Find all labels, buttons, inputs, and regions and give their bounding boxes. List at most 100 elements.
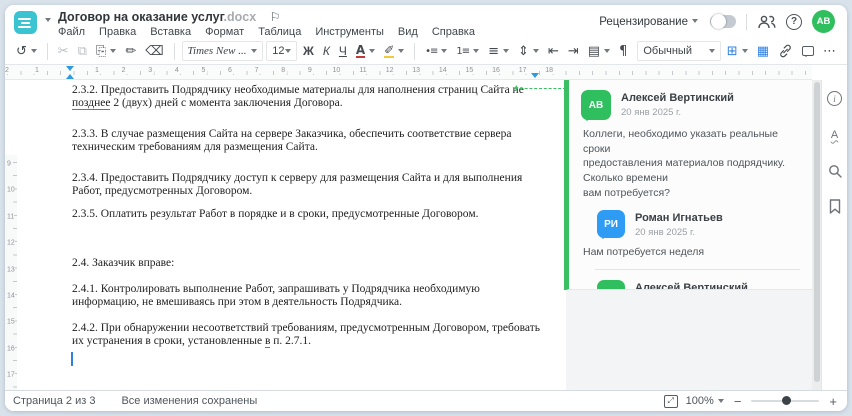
review-mode-selector[interactable]: Рецензирование xyxy=(599,16,698,28)
insert-image-button[interactable]: ▦ xyxy=(754,41,772,61)
ruler-number: 9 xyxy=(7,160,11,168)
comment-anchor-line xyxy=(515,88,566,89)
highlight-color-button[interactable]: ✐ xyxy=(381,41,407,61)
format-painter-button[interactable]: ✏ xyxy=(122,41,139,61)
document-extension: .docx xyxy=(223,10,257,24)
decrease-indent-button[interactable]: ⇤ xyxy=(545,41,562,61)
spellcheck-icon[interactable]: А xyxy=(826,126,843,143)
zoom-slider-handle[interactable] xyxy=(782,396,792,405)
insert-link-button[interactable] xyxy=(775,41,796,61)
font-size-select[interactable]: 12 xyxy=(266,41,297,61)
zoom-in-button[interactable]: + xyxy=(827,394,839,409)
tracked-change-underline: позднее xyxy=(72,97,111,110)
menu-edit[interactable]: Правка xyxy=(99,26,136,38)
ruler-number: 17 xyxy=(7,371,15,379)
ruler-number: 5 xyxy=(199,67,208,74)
info-icon[interactable]: i xyxy=(826,90,843,107)
underline-button[interactable]: Ч xyxy=(336,41,350,61)
commenter-avatar: АВ xyxy=(597,280,625,289)
ruler-horizontal[interactable]: 2 1 1 2 3 4 5 6 7 8 9 10 11 12 13 14 15 16 17 18 xyxy=(5,65,812,80)
ruler-number: 16 xyxy=(490,67,502,74)
ruler-vertical[interactable]: 91011121314151617181920 xyxy=(5,155,17,411)
comment-text: Нам потребуется неделя xyxy=(583,246,705,259)
status-bar: Страница 2 из 3 Все изменения сохранены … xyxy=(5,390,847,411)
favorite-flag-icon[interactable]: ⚐ xyxy=(270,10,281,24)
increase-indent-button[interactable]: ⇥ xyxy=(565,41,582,61)
paste-button[interactable]: ⎘ xyxy=(93,41,119,61)
ruler-number: 10 xyxy=(330,67,343,74)
ruler-number: 6 xyxy=(226,67,234,74)
fit-to-width-icon[interactable]: ⤢ xyxy=(663,394,678,408)
clear-formatting-button[interactable]: ⌫ xyxy=(142,41,166,61)
ruler-number: 8 xyxy=(279,67,288,74)
page-indicator[interactable]: Страница 2 из 3 xyxy=(13,395,95,407)
copy-button[interactable]: ⧉ xyxy=(75,41,90,61)
ruler-number: 1 xyxy=(93,67,101,74)
bullet-list-button[interactable]: •≡ xyxy=(422,41,450,61)
menu-table[interactable]: Таблица xyxy=(258,26,301,38)
bold-button[interactable]: Ж xyxy=(300,41,317,61)
scrollbar-thumb[interactable] xyxy=(813,82,820,382)
comment-card[interactable]: АВ Алексей Вертинский 20 янв 2025 г. Кол… xyxy=(566,80,812,290)
align-button[interactable]: ≡ xyxy=(485,41,512,61)
ruler-number: 2 xyxy=(5,67,11,74)
header-divider xyxy=(746,13,747,30)
numbered-list-button[interactable]: 1≡ xyxy=(453,41,482,61)
bookmark-icon[interactable] xyxy=(826,198,843,215)
comment-reply: РИ Роман Игнатьев 20 янв 2025 г. Нам пот… xyxy=(569,200,812,260)
menu-tools[interactable]: Инструменты xyxy=(315,26,384,38)
right-indent-marker[interactable] xyxy=(531,73,539,78)
line-spacing-button[interactable]: ⇕ xyxy=(515,41,542,61)
collaborators-icon[interactable] xyxy=(757,15,776,29)
nonprinting-chars-button[interactable]: ¶ xyxy=(616,41,630,61)
first-line-indent-marker[interactable] xyxy=(66,66,74,71)
comment-reply: АВ Алексей Вертинский 26 май 2025 г. Ром… xyxy=(569,270,812,289)
more-button[interactable]: ⋯ xyxy=(820,41,839,61)
comments-scrollbar[interactable] xyxy=(812,80,821,390)
ruler-number: 9 xyxy=(305,67,314,74)
undo-button[interactable]: ↺ xyxy=(13,41,40,61)
help-icon[interactable]: ? xyxy=(786,13,802,30)
zoom-level-select[interactable]: 100% xyxy=(686,395,724,407)
paragraph-2-4: 2.4. Заказчик вправе: xyxy=(72,257,175,269)
cut-button[interactable]: ✂ xyxy=(55,41,72,61)
commenter-avatar: АВ xyxy=(581,90,611,121)
menu-format[interactable]: Формат xyxy=(205,26,244,38)
save-status: Все изменения сохранены xyxy=(121,395,258,407)
zoom-controls: ⤢ 100% − + xyxy=(663,394,839,409)
italic-button[interactable]: К xyxy=(320,41,333,61)
paragraph-style-select[interactable]: Обычный xyxy=(637,41,721,61)
paragraph-2-3-5: 2.3.5. Оплатить результат Работ в порядк… xyxy=(72,208,479,220)
left-indent-marker[interactable] xyxy=(66,74,74,79)
review-toggle[interactable] xyxy=(710,14,736,29)
ruler-number: 13 xyxy=(7,266,15,274)
menu-view[interactable]: Вид xyxy=(398,26,418,38)
user-avatar[interactable]: АВ xyxy=(812,10,835,33)
paragraph-settings-button[interactable]: ▤ xyxy=(585,41,613,61)
comment-text: Коллеги, необходимо указать реальные сро… xyxy=(583,128,786,199)
commenter-avatar: РИ xyxy=(597,210,625,240)
menu-help[interactable]: Справка xyxy=(432,26,475,38)
ruler-number: 12 xyxy=(7,239,15,247)
commenter-name: Алексей Вертинский xyxy=(621,92,734,104)
app-window: Договор на оказание услуг.docx ⚐ Файл Пр… xyxy=(5,5,847,411)
header: Договор на оказание услуг.docx ⚐ Файл Пр… xyxy=(5,5,847,38)
commenter-name: Роман Игнатьев xyxy=(635,212,723,225)
logo-menu-caret-icon[interactable] xyxy=(45,18,51,22)
editor-area: 91011121314151617181920 2.3.2. Предостав… xyxy=(5,80,847,411)
zoom-slider[interactable] xyxy=(751,396,820,405)
toolbar: ↺ ✂ ⧉ ⎘ ✏ ⌫ Times New ... 12 Ж К Ч А ✐ •… xyxy=(5,38,847,65)
document-title: Договор на оказание услуг xyxy=(58,10,224,24)
menu-insert[interactable]: Вставка xyxy=(150,26,191,38)
menu-file[interactable]: Файл xyxy=(58,26,85,38)
menu-bar: Файл Правка Вставка Формат Таблица Инстр… xyxy=(58,26,475,38)
insert-comment-button[interactable] xyxy=(799,41,817,61)
insert-table-button[interactable]: ⊞ xyxy=(724,41,751,61)
app-logo-icon[interactable] xyxy=(14,11,37,34)
paragraph-2-3-2: 2.3.2. Предоставить Подрядчику необходим… xyxy=(72,84,524,110)
zoom-out-button[interactable]: − xyxy=(732,394,744,409)
font-name-select[interactable]: Times New ... xyxy=(181,41,264,61)
font-color-button[interactable]: А xyxy=(353,41,378,61)
document-page[interactable]: 2.3.2. Предоставить Подрядчику необходим… xyxy=(17,80,566,390)
search-icon[interactable] xyxy=(826,162,843,179)
